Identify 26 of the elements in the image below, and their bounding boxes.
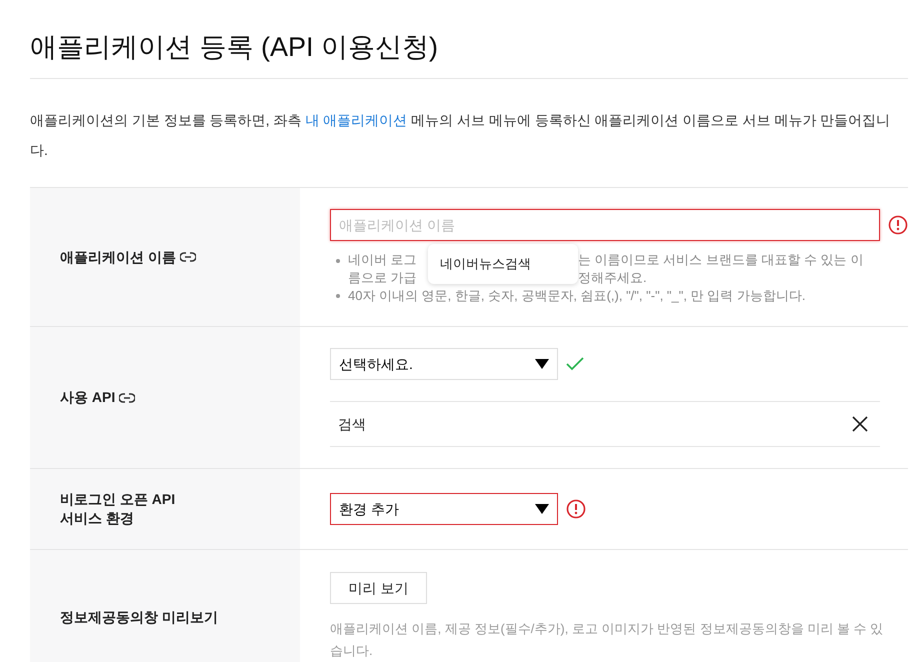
- select-field[interactable]: 선택하세요.: [330, 348, 558, 380]
- note-text: 40자 이내의 영문, 한글, 숫자, 공백문자, 쉼표(,), "/", "-", "_", 만 입력 가능합니다.: [348, 287, 806, 305]
- select-field[interactable]: 환경 추가: [330, 493, 558, 525]
- note-text: 네이버 로그: [348, 251, 418, 269]
- caret-icon: [535, 359, 549, 369]
- link-icon[interactable]: [119, 392, 136, 402]
- note-text: 름으로 가급: [348, 269, 418, 287]
- note-text: 정해주세요.: [578, 269, 647, 287]
- row-label: 사용 API: [60, 388, 116, 407]
- api-item: 검색: [338, 414, 366, 434]
- row-label: 비로그인 오픈 API 서비스 환경: [60, 490, 176, 528]
- note-text: 는 이름이므로 서비스 브랜드를 대표할 수 있는 이: [578, 251, 864, 269]
- preview-note: 애플리케이션 이름, 제공 정보(필수/추가), 로고 이미지가 반영된 정보제공동의창을 미리 볼 수 있습니다.: [330, 620, 884, 660]
- bullet-icon: [336, 294, 340, 298]
- close-icon[interactable]: [852, 416, 868, 432]
- row-label: 애플리케이션 이름: [60, 248, 176, 266]
- link-icon[interactable]: [180, 252, 196, 262]
- bullet-icon: [336, 258, 340, 263]
- page-description: 애플리케이션의 기본 정보를 등록하면, 좌측 내 애플리케이션 메뉴의 서브 메뉴에 등록하신 애플리케이션 이름으로 서브 메뉴가 만들어집니다.: [30, 111, 892, 160]
- my-apps-link[interactable]: 내 애플리케이션: [305, 112, 408, 128]
- suggestion-popup[interactable]: 네이버뉴스검색: [428, 244, 578, 284]
- input-field[interactable]: 애플리케이션 이름: [330, 209, 880, 241]
- preview-button[interactable]: 미리 보기: [330, 572, 427, 604]
- caret-icon: [535, 504, 549, 514]
- page-title: 애플리케이션 등록 (API 이용신청): [30, 31, 440, 64]
- row-label: 정보제공동의창 미리보기: [60, 608, 218, 626]
